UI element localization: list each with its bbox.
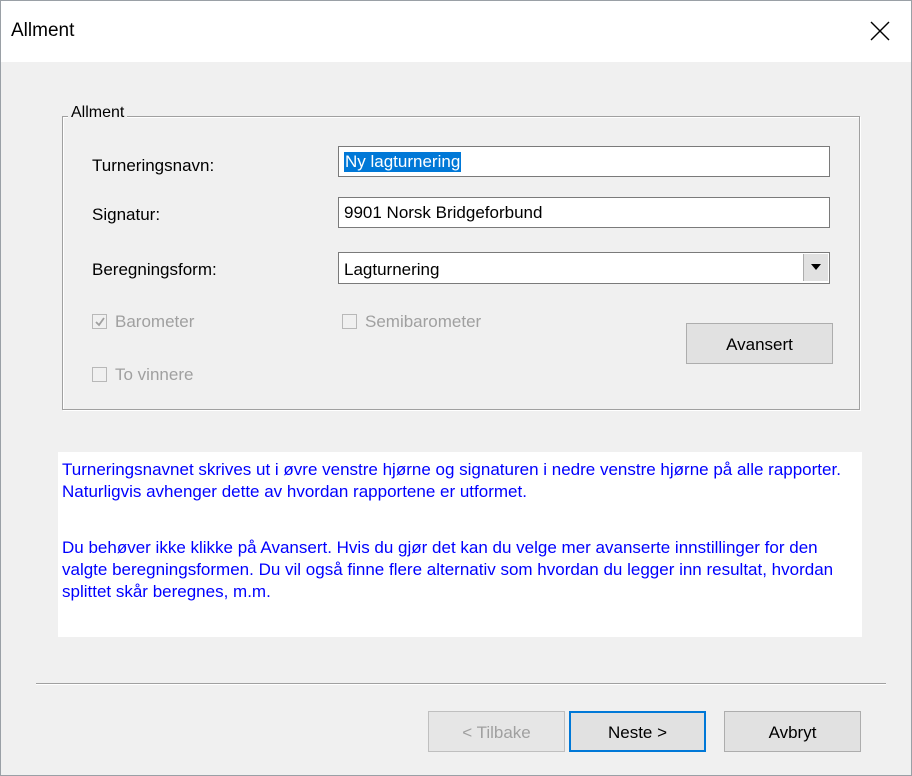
- next-button[interactable]: Neste >: [569, 711, 706, 752]
- barometer-label: Barometer: [115, 312, 195, 331]
- cancel-button[interactable]: Avbryt: [724, 711, 861, 752]
- semibarometer-label: Semibarometer: [365, 312, 482, 331]
- cancel-button-label: Avbryt: [768, 723, 817, 742]
- info-paragraph-1: Turneringsnavnet skrives ut i øvre venst…: [62, 460, 841, 501]
- window-title: Allment: [11, 20, 75, 41]
- close-icon: [870, 21, 890, 41]
- next-button-label: Neste >: [607, 723, 668, 742]
- signature-label: Signatur:: [92, 205, 161, 224]
- calculation-form-label: Beregningsform:: [92, 260, 217, 279]
- info-paragraph-2: Du behøver ikke klikke på Avansert. Hvis…: [62, 538, 834, 601]
- checkmark-icon: [95, 317, 105, 327]
- advanced-button[interactable]: Avansert: [686, 323, 833, 364]
- chevron-down-icon: [811, 264, 821, 270]
- calculation-form-select[interactable]: Lagturnering: [338, 252, 830, 284]
- groupbox-legend: Allment: [68, 104, 128, 122]
- info-panel: Turneringsnavnet skrives ut i øvre venst…: [58, 452, 862, 637]
- title-bar: Allment: [0, 0, 912, 62]
- two-winners-label: To vinnere: [115, 365, 194, 384]
- semibarometer-checkbox[interactable]: [342, 314, 357, 329]
- tournament-name-value: Ny lagturnering: [344, 152, 462, 172]
- footer-separator: [36, 683, 886, 685]
- signature-value: 9901 Norsk Bridgeforbund: [344, 203, 543, 222]
- barometer-checkbox[interactable]: [92, 314, 107, 329]
- signature-input[interactable]: 9901 Norsk Bridgeforbund: [338, 197, 830, 228]
- advanced-button-label: Avansert: [726, 335, 793, 354]
- calculation-form-value: Lagturnering: [344, 260, 440, 279]
- dropdown-button[interactable]: [803, 254, 828, 281]
- back-button[interactable]: < Tilbake: [428, 711, 565, 752]
- back-button-label: < Tilbake: [462, 723, 531, 742]
- close-button[interactable]: [850, 0, 912, 62]
- two-winners-checkbox[interactable]: [92, 367, 107, 382]
- tournament-name-input[interactable]: Ny lagturnering: [338, 146, 830, 177]
- tournament-name-label: Turneringsnavn:: [92, 156, 215, 175]
